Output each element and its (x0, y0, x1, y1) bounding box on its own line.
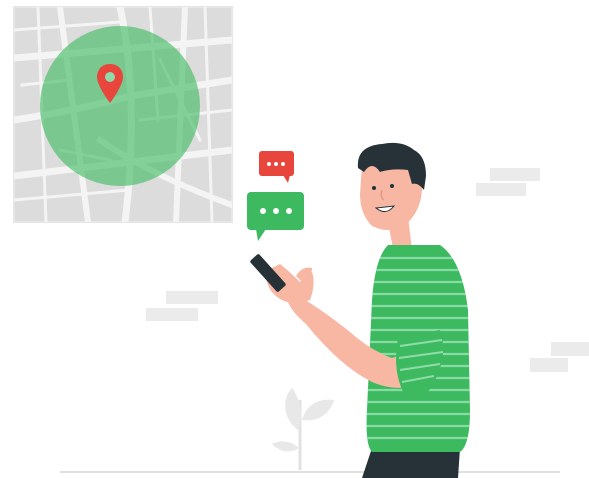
brick (146, 308, 198, 321)
head (357, 142, 426, 230)
chat-bubble-red-icon (259, 151, 294, 183)
chat-dot (260, 208, 266, 214)
chat-dot (273, 208, 279, 214)
chat-bubble-green-icon (247, 192, 304, 241)
map-icon (13, 6, 233, 223)
chat-dot (267, 162, 271, 166)
brick (476, 183, 526, 196)
brick (551, 342, 589, 356)
brick (166, 291, 218, 304)
pants (362, 448, 460, 478)
chat-dot (281, 162, 285, 166)
location-radius (40, 26, 200, 186)
brick (530, 358, 568, 372)
location-sharing-illustration (13, 6, 589, 478)
eye (390, 184, 394, 188)
brick (490, 168, 540, 181)
chat-dot (274, 162, 278, 166)
chat-dot (286, 208, 292, 214)
plant-icon (272, 388, 334, 470)
eye (372, 186, 376, 190)
